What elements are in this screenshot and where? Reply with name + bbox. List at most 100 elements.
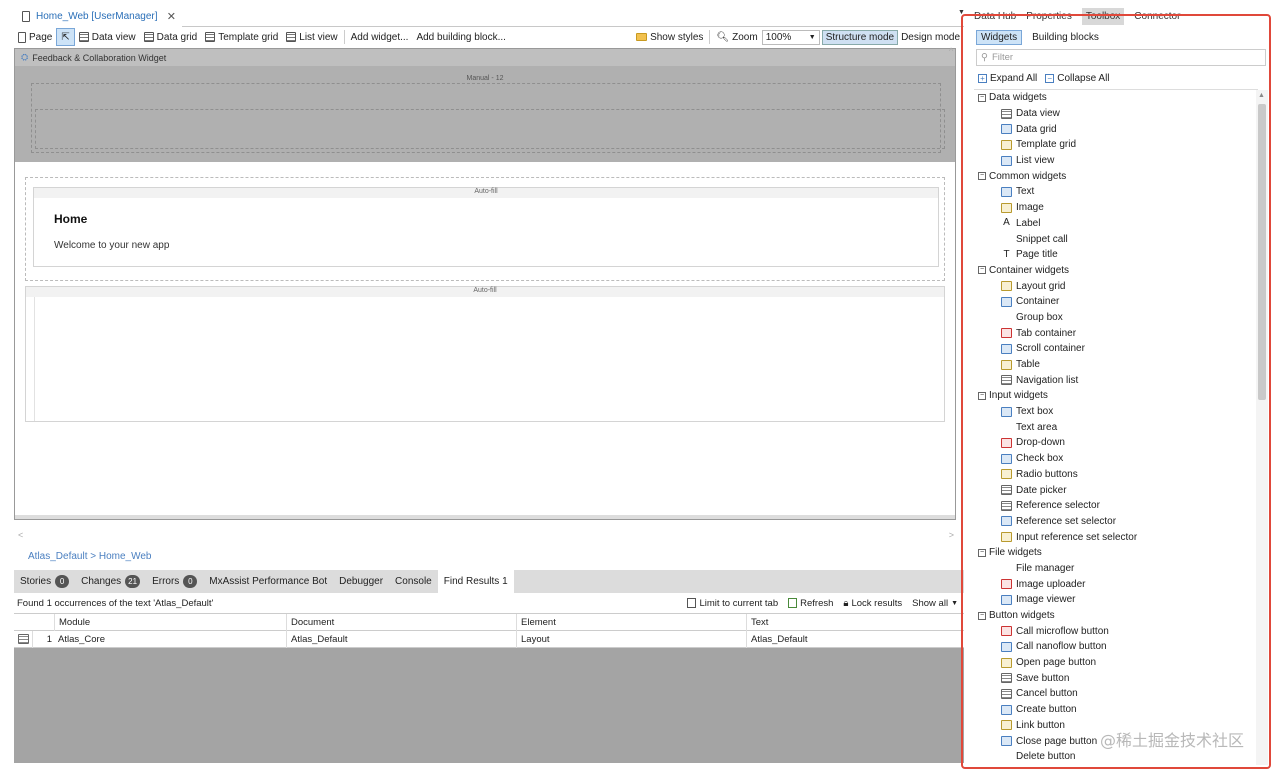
filter-input[interactable]: ⚲ Filter <box>976 49 1266 66</box>
widget-item-reference-set-selector[interactable]: Reference set selector <box>974 514 1258 530</box>
design-mode-button[interactable]: Design mode <box>900 28 964 46</box>
data-view-button[interactable]: Data view <box>75 28 140 46</box>
table-row[interactable]: 1 Atlas_Core Atlas_Default Layout Atlas_… <box>14 631 964 648</box>
tab-properties[interactable]: Properties <box>1026 11 1072 22</box>
tab-errors[interactable]: Errors 0 <box>146 570 203 593</box>
widget-item-image-viewer[interactable]: Image viewer <box>974 592 1258 608</box>
page-button[interactable]: Page <box>14 28 56 46</box>
page-title[interactable]: Home <box>54 212 87 226</box>
lock-results-button[interactable]: 🔒︎ Lock results <box>843 598 902 609</box>
column-header-module[interactable]: Module <box>54 614 286 631</box>
close-icon[interactable]: ✕ <box>167 10 176 23</box>
tab-console[interactable]: Console <box>389 570 438 593</box>
canvas-horizontal-scrollbar[interactable]: < > <box>14 530 958 542</box>
tab-toolbox[interactable]: Toolbox <box>1081 7 1125 25</box>
widget-item-scroll-container[interactable]: Scroll container <box>974 341 1258 357</box>
tab-find-results-1[interactable]: Find Results 1 <box>437 570 514 593</box>
layout-inner-placeholder[interactable] <box>35 109 945 149</box>
data-grid-button[interactable]: Data grid <box>140 28 202 46</box>
widget-item-file-manager[interactable]: File manager <box>974 561 1258 577</box>
widget-item-snippet-call[interactable]: Snippet call <box>974 231 1258 247</box>
widget-item-label[interactable]: A Label <box>974 216 1258 232</box>
widget-item-navigation-list[interactable]: Navigation list <box>974 372 1258 388</box>
widget-item-group-box[interactable]: Group box <box>974 310 1258 326</box>
structure-mode-button[interactable]: Structure mode <box>821 29 899 45</box>
main-content-dropzone[interactable] <box>34 297 942 421</box>
column-header-document[interactable]: Document <box>286 614 516 631</box>
auto-fill-container-main[interactable]: Auto-fill <box>25 286 945 422</box>
widget-item-drop-down[interactable]: Drop-down <box>974 435 1258 451</box>
widget-item-table[interactable]: Table <box>974 357 1258 373</box>
page-canvas[interactable]: ⛭ Feedback & Collaboration Widget Manual… <box>14 48 956 520</box>
widget-item-call-microflow-button[interactable]: Call microflow button <box>974 623 1258 639</box>
scrollbar-thumb[interactable] <box>1258 104 1266 400</box>
widget-item-call-nanoflow-button[interactable]: Call nanoflow button <box>974 639 1258 655</box>
collapse-toggle-icon[interactable]: − <box>978 611 986 620</box>
template-grid-button[interactable]: Template grid <box>201 28 282 46</box>
tab-overflow-arrow-icon[interactable]: ▼ <box>958 9 965 16</box>
widget-item-radio-buttons[interactable]: Radio buttons <box>974 467 1258 483</box>
widget-item-cancel-button[interactable]: Cancel button <box>974 686 1258 702</box>
collapse-toggle-icon[interactable]: − <box>978 266 986 275</box>
expand-all-button[interactable]: + Expand All <box>978 73 1037 84</box>
collapse-toggle-icon[interactable]: − <box>978 93 986 102</box>
column-header-element[interactable]: Element <box>516 614 746 631</box>
tab-changes[interactable]: Changes 21 <box>75 570 146 593</box>
breadcrumb[interactable]: Atlas_Default > Home_Web <box>28 551 152 562</box>
collapse-toggle-icon[interactable]: − <box>978 548 986 557</box>
widget-item-save-button[interactable]: Save button <box>974 670 1258 686</box>
widget-item-data-grid[interactable]: Data grid <box>974 121 1258 137</box>
widget-item-text[interactable]: Text <box>974 184 1258 200</box>
widget-item-data-view[interactable]: Data view <box>974 106 1258 122</box>
limit-to-current-tab-button[interactable]: Limit to current tab <box>687 598 778 609</box>
layout-header-region[interactable]: Manual - 12 <box>15 66 955 162</box>
collapse-toggle-icon[interactable]: − <box>978 172 986 181</box>
tab-stories[interactable]: Stories 0 <box>14 570 75 593</box>
widget-item-image-uploader[interactable]: Image uploader <box>974 576 1258 592</box>
column-header-text[interactable]: Text <box>746 614 964 631</box>
show-all-dropdown[interactable]: Show all ▼ <box>912 598 958 609</box>
widget-item-image[interactable]: Image <box>974 200 1258 216</box>
scroll-right-icon[interactable]: > <box>949 530 954 540</box>
widget-item-input-reference-set-selector[interactable]: Input reference set selector <box>974 529 1258 545</box>
group-button-widgets[interactable]: − Button widgets <box>974 608 1258 624</box>
snippet-widget-header[interactable]: ⛭ Feedback & Collaboration Widget <box>15 49 955 66</box>
widget-item-template-grid[interactable]: Template grid <box>974 137 1258 153</box>
tab-mxassist-performance-bot[interactable]: MxAssist Performance Bot <box>203 570 333 593</box>
tab-data-hub[interactable]: Data Hub <box>974 11 1016 22</box>
widget-item-text-box[interactable]: Text box <box>974 404 1258 420</box>
scroll-up-icon[interactable]: ▲ <box>1258 92 1265 99</box>
group-input-widgets[interactable]: − Input widgets <box>974 388 1258 404</box>
widget-item-container[interactable]: Container <box>974 294 1258 310</box>
widget-item-page-title[interactable]: T Page title <box>974 247 1258 263</box>
group-container-widgets[interactable]: − Container widgets <box>974 263 1258 279</box>
widget-item-list-view[interactable]: List view <box>974 153 1258 169</box>
group-data-widgets[interactable]: − Data widgets <box>974 90 1258 106</box>
widget-item-delete-button[interactable]: Delete button <box>974 749 1258 765</box>
tab-widgets[interactable]: Widgets <box>976 29 1023 45</box>
page-subtitle-text[interactable]: Welcome to your new app <box>54 240 169 251</box>
scroll-up-icon[interactable]: ^ <box>949 46 953 56</box>
add-building-block-button[interactable]: Add building block... <box>412 28 510 46</box>
tab-building-blocks[interactable]: Building blocks <box>1028 31 1103 44</box>
scroll-left-icon[interactable]: < <box>18 530 23 540</box>
widget-item-text-area[interactable]: Text area <box>974 419 1258 435</box>
refresh-button[interactable]: Refresh <box>788 598 833 609</box>
select-pointer-button[interactable]: ⇱ <box>56 28 75 46</box>
auto-fill-container-header[interactable]: Auto-fill Home Welcome to your new app <box>33 187 939 267</box>
collapse-all-button[interactable]: − Collapse All <box>1045 73 1110 84</box>
document-tab-home-web[interactable]: Home_Web [UserManager] ✕ <box>14 5 182 27</box>
collapse-toggle-icon[interactable]: − <box>978 391 986 400</box>
group-file-widgets[interactable]: − File widgets <box>974 545 1258 561</box>
widget-item-create-button[interactable]: Create button <box>974 702 1258 718</box>
tab-debugger[interactable]: Debugger <box>333 570 389 593</box>
zoom-select[interactable]: 100% ▼ <box>761 29 820 45</box>
group-common-widgets[interactable]: − Common widgets <box>974 168 1258 184</box>
widget-item-date-picker[interactable]: Date picker <box>974 482 1258 498</box>
add-widget-button[interactable]: Add widget... <box>347 28 413 46</box>
show-styles-button[interactable]: Show styles <box>632 28 707 46</box>
zoom-button[interactable]: 🔍︎ Zoom <box>712 28 761 46</box>
widget-item-check-box[interactable]: Check box <box>974 451 1258 467</box>
widget-item-open-page-button[interactable]: Open page button <box>974 655 1258 671</box>
widget-item-reference-selector[interactable]: Reference selector <box>974 498 1258 514</box>
